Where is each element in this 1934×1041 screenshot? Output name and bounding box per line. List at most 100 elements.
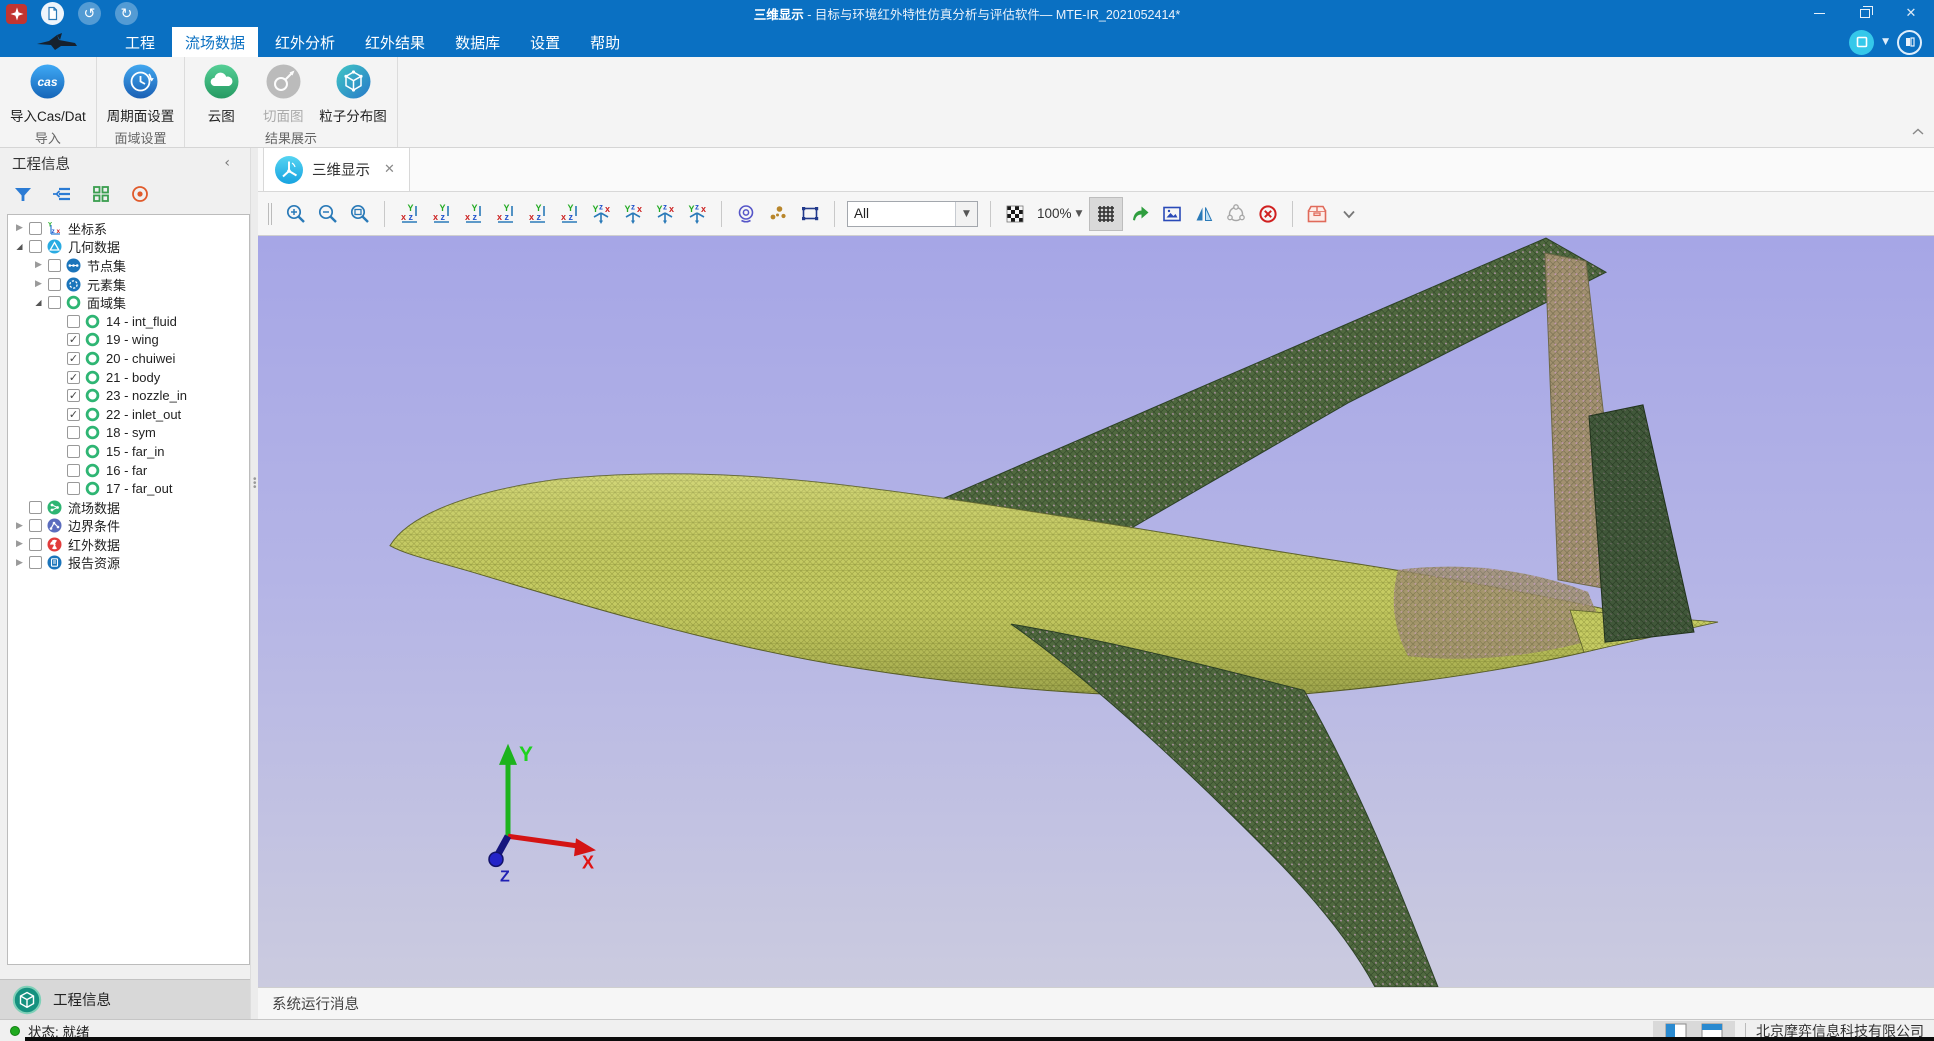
view-iso-sw-button[interactable]: Yxz — [682, 199, 712, 229]
tree-checkbox[interactable] — [29, 538, 42, 551]
transparency-button[interactable] — [1000, 199, 1030, 229]
import-cas-dat-button[interactable]: cas导入Cas/Dat — [10, 61, 86, 125]
tree-checkbox[interactable]: ✓ — [67, 389, 80, 402]
view-top-button[interactable]: xzY — [522, 199, 552, 229]
view-left-button[interactable]: xzY — [458, 199, 488, 229]
mirror-button[interactable] — [1189, 199, 1219, 229]
tree-row[interactable]: 流场数据 — [8, 498, 249, 517]
package-button[interactable] — [1302, 199, 1332, 229]
tab-3d-view[interactable]: 三维显示 ✕ — [263, 147, 410, 191]
app-logo-button[interactable] — [6, 4, 27, 24]
tree-row[interactable]: ✓19 - wing — [8, 331, 249, 350]
tree-row[interactable]: 17 - far_out — [8, 479, 249, 498]
tree-row[interactable]: 18 - sym — [8, 424, 249, 443]
tree-checkbox[interactable] — [29, 222, 42, 235]
minimize-button[interactable] — [1796, 0, 1842, 27]
tree-checkbox[interactable]: ✓ — [67, 333, 80, 346]
cancel-render-button[interactable] — [1253, 199, 1283, 229]
tree-row[interactable]: 14 - int_fluid — [8, 312, 249, 331]
tree-checkbox[interactable] — [48, 278, 61, 291]
tree-checkbox[interactable] — [67, 445, 80, 458]
grid-toggle-button[interactable] — [1089, 197, 1123, 231]
new-document-button[interactable] — [41, 2, 64, 25]
undo-button[interactable]: ↺ — [78, 2, 101, 25]
filter-button[interactable] — [12, 183, 34, 205]
close-button[interactable]: ✕ — [1888, 0, 1934, 27]
tree-checkbox[interactable]: ✓ — [67, 352, 80, 365]
tree-checkbox[interactable] — [29, 556, 42, 569]
expanded-arrow-icon[interactable]: ◢ — [32, 298, 45, 307]
view-iso-ne-button[interactable]: Yxz — [586, 199, 616, 229]
collapse-ribbon-icon[interactable] — [1912, 123, 1924, 141]
tree-checkbox[interactable]: ✓ — [67, 408, 80, 421]
tree-checkbox[interactable] — [29, 519, 42, 532]
tree-row[interactable]: ✓20 - chuiwei — [8, 349, 249, 368]
panel-splitter[interactable]: ••• — [250, 148, 258, 1019]
rect-select-button[interactable] — [795, 199, 825, 229]
zoom-fit-button[interactable] — [345, 199, 375, 229]
aircraft-mesh-model[interactable]: Y X Z — [258, 236, 1934, 987]
tree-row[interactable]: ◢面域集 — [8, 293, 249, 312]
help-manual-button[interactable] — [1897, 30, 1922, 55]
tree-checkbox[interactable] — [67, 426, 80, 439]
view-iso-se-button[interactable]: Yxz — [650, 199, 680, 229]
tree-row[interactable]: 16 - far — [8, 461, 249, 480]
toolbar-drag-handle[interactable] — [268, 203, 272, 225]
tree-row[interactable]: ▶元素集 — [8, 275, 249, 294]
tree-row[interactable]: ✓22 - inlet_out — [8, 405, 249, 424]
grid-view-button[interactable] — [90, 183, 112, 205]
zoom-level-select[interactable]: 100%▼ — [1037, 206, 1082, 221]
particle-plot-button[interactable]: 粒子分布图 — [319, 61, 387, 125]
tree-row[interactable]: 15 - far_in — [8, 442, 249, 461]
menu-item-1[interactable]: 工程 — [112, 27, 168, 57]
tree-row[interactable]: ✓21 - body — [8, 368, 249, 387]
tree-row[interactable]: ▶报告资源 — [8, 554, 249, 573]
export-view-button[interactable] — [1125, 199, 1155, 229]
tree-checkbox[interactable]: ✓ — [67, 371, 80, 384]
periodic-surface-button[interactable]: 周期面设置 — [107, 61, 175, 125]
collapsed-arrow-icon[interactable]: ▶ — [13, 521, 26, 531]
tree-checkbox[interactable] — [48, 259, 61, 272]
tree-checkbox[interactable] — [67, 482, 80, 495]
tree-checkbox[interactable] — [67, 464, 80, 477]
display-filter-select[interactable]: All▼ — [847, 201, 978, 227]
zoom-out-button[interactable] — [313, 199, 343, 229]
contour-plot-button[interactable]: 云图 — [195, 61, 247, 125]
tree-row[interactable]: ▶红外数据 — [8, 535, 249, 554]
project-info-bottom-button[interactable]: 工程信息 — [0, 979, 258, 1019]
collapsed-arrow-icon[interactable]: ▶ — [32, 279, 45, 289]
combo-dropdown-icon[interactable]: ▼ — [955, 202, 977, 226]
tree-checkbox[interactable] — [29, 501, 42, 514]
tab-close-icon[interactable]: ✕ — [384, 162, 395, 177]
tree-row[interactable]: ▶Yzx坐标系 — [8, 219, 249, 238]
tree-checkbox[interactable] — [48, 296, 61, 309]
view-front-button[interactable]: xzY — [394, 199, 424, 229]
menu-item-3[interactable]: 红外分析 — [262, 27, 348, 57]
menu-item-7[interactable]: 帮助 — [577, 27, 633, 57]
collapse-list-button[interactable] — [51, 183, 73, 205]
theme-caret-icon[interactable]: ▼ — [1882, 37, 1889, 47]
tree-row[interactable]: ▶边界条件 — [8, 517, 249, 536]
more-options-button[interactable] — [1334, 199, 1364, 229]
view-bottom-button[interactable]: xzY — [554, 199, 584, 229]
panel-collapse-button[interactable]: ‹ — [224, 155, 230, 171]
menu-item-5[interactable]: 数据库 — [442, 27, 513, 57]
view-iso-nw-button[interactable]: Yxz — [618, 199, 648, 229]
view-right-button[interactable]: xzY — [490, 199, 520, 229]
menu-item-4[interactable]: 红外结果 — [352, 27, 438, 57]
locate-button[interactable] — [129, 183, 151, 205]
tree-checkbox[interactable] — [67, 315, 80, 328]
view-back-button[interactable]: xzY — [426, 199, 456, 229]
redo-button[interactable]: ↻ — [115, 2, 138, 25]
collapsed-arrow-icon[interactable]: ▶ — [13, 558, 26, 568]
viewport-3d[interactable]: Y X Z — [258, 236, 1934, 987]
collapsed-arrow-icon[interactable]: ▶ — [13, 539, 26, 549]
tree-checkbox[interactable] — [29, 240, 42, 253]
expanded-arrow-icon[interactable]: ◢ — [13, 242, 26, 251]
camera-view-button[interactable] — [731, 199, 761, 229]
menu-item-2[interactable]: 流场数据 — [172, 27, 258, 57]
collapsed-arrow-icon[interactable]: ▶ — [32, 260, 45, 270]
tree-row[interactable]: ✓23 - nozzle_in — [8, 386, 249, 405]
tree-row[interactable]: ◢几何数据 — [8, 238, 249, 257]
menu-item-6[interactable]: 设置 — [517, 27, 573, 57]
